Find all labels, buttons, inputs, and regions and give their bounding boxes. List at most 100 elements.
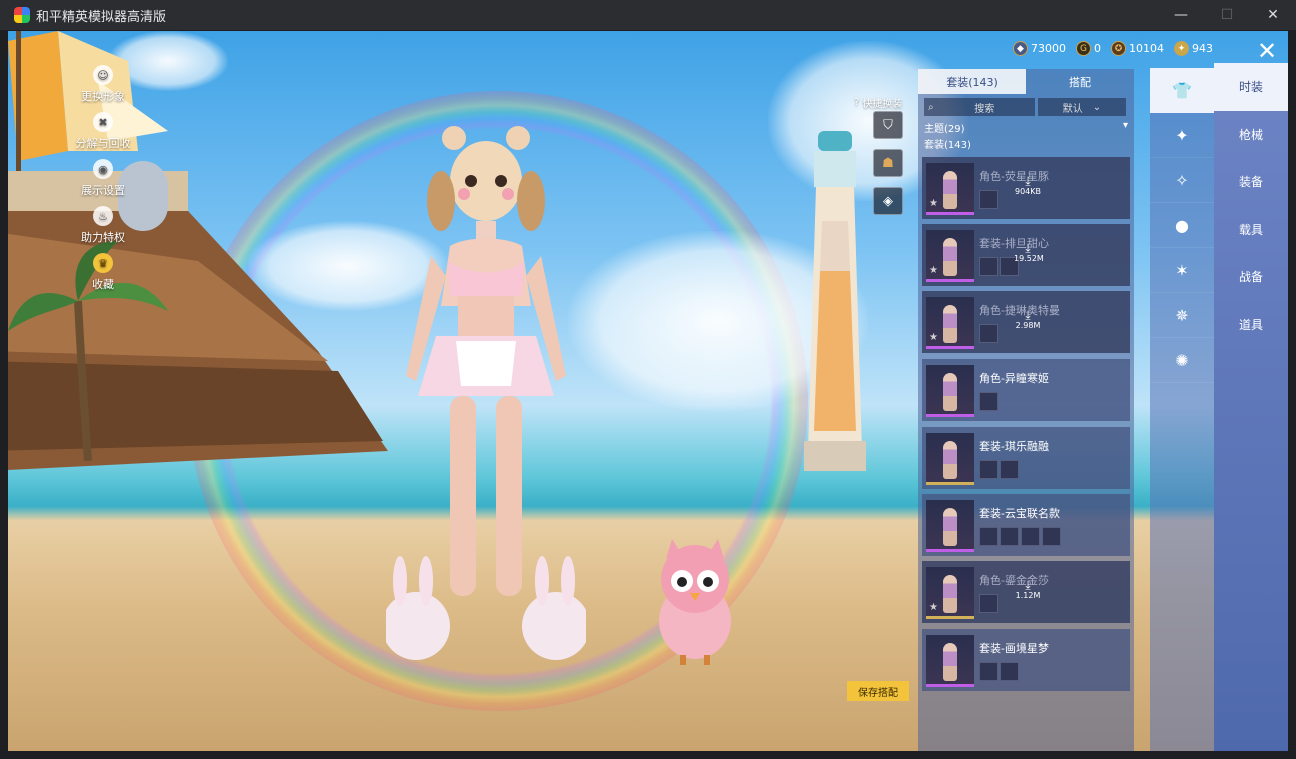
category-icon-tab[interactable]: ✶ <box>1150 248 1214 293</box>
maximize-button[interactable]: ☐ <box>1204 0 1250 30</box>
close-icon[interactable]: ✕ <box>1254 39 1280 65</box>
pet-icon: ● <box>1175 215 1189 235</box>
download-button[interactable]: ⤓ 19.52M <box>1014 241 1044 263</box>
chevron-down-icon: ⌄ <box>1092 101 1102 113</box>
right-tab[interactable]: 枪械 <box>1214 111 1288 159</box>
star-icon: ★ <box>929 265 938 276</box>
minimize-button[interactable]: — <box>1158 0 1204 30</box>
character-figure <box>943 508 957 546</box>
rarity-bar <box>926 549 974 552</box>
sort-dropdown[interactable]: 默认 ⌄ <box>1038 98 1126 116</box>
app-logo-icon <box>14 7 30 23</box>
item-thumbnail <box>979 460 998 479</box>
currency-value: 943 <box>1192 42 1213 55</box>
crown-icon: ♛ <box>93 253 113 273</box>
companion-icon: ✺ <box>1175 350 1189 370</box>
parachute-icon: ✧ <box>1175 170 1189 190</box>
download-button[interactable]: ⤓ 2.98M <box>1014 309 1042 330</box>
save-outfit-button[interactable]: 保存搭配 <box>847 681 909 701</box>
left-menu-item[interactable]: ◉ 展示设置 <box>68 159 138 206</box>
outfit-thumbnail: ★ <box>926 163 974 215</box>
right-tab[interactable]: 战备 <box>1214 253 1288 301</box>
currency-value: 0 <box>1094 42 1101 55</box>
outfit-card[interactable]: 套装-琪乐融融 <box>922 427 1130 489</box>
category-icon-tab[interactable]: ✵ <box>1150 293 1214 338</box>
outfit-parts <box>979 662 1019 681</box>
quick-change-label[interactable]: ? 快捷换装 <box>854 95 902 110</box>
emote-icon: ✶ <box>1175 260 1189 280</box>
item-thumbnail <box>979 190 998 209</box>
download-size: 1.12M <box>1015 591 1041 600</box>
left-menu: ☺ 更换形象 ✖ 分解与回收 ◉ 展示设置 ♨ 助力特权 ♛ 收藏 <box>68 65 138 300</box>
item-thumbnail <box>1042 527 1061 546</box>
download-button[interactable]: ⤓ 1.12M <box>1014 579 1042 600</box>
right-tab[interactable]: 道具 <box>1214 301 1288 349</box>
diamond-badge-icon[interactable]: ◈ <box>873 187 903 215</box>
outfit-card[interactable]: ★ 角色-荧星星豚 ⤓ 904KB <box>922 157 1130 219</box>
outfit-parts <box>979 257 1019 276</box>
hanger-icon[interactable]: ⛉ <box>873 111 903 139</box>
outfit-card[interactable]: 角色-异瞳寒姬 <box>922 359 1130 421</box>
left-menu-item[interactable]: ♛ 收藏 <box>68 253 138 300</box>
category-icon-tab[interactable]: ● <box>1150 203 1214 248</box>
download-size: 904KB <box>1014 187 1041 196</box>
outfit-parts <box>979 527 1061 546</box>
category-icon-tab[interactable]: 👕 <box>1150 68 1214 113</box>
download-icon: ⤓ <box>1025 308 1031 322</box>
rarity-bar <box>926 212 974 215</box>
suit-count-label: 套装(143) <box>924 140 971 151</box>
left-menu-item[interactable]: ♨ 助力特权 <box>68 206 138 253</box>
outfit-card[interactable]: 套装-云宝联名款 <box>922 494 1130 556</box>
right-tab[interactable]: 载具 <box>1214 206 1288 254</box>
currency-item: ✪ 10104 <box>1111 41 1164 56</box>
tab-combos[interactable]: 搭配 <box>1026 69 1134 94</box>
theme-row[interactable]: 主题(29) ▾ <box>918 118 1134 135</box>
emblem-icon[interactable]: ☗ <box>873 149 903 177</box>
character-figure <box>943 305 957 343</box>
rarity-bar <box>926 346 974 349</box>
outfit-parts <box>979 594 998 613</box>
left-menu-label: 展示设置 <box>81 184 125 197</box>
star-icon: ★ <box>929 602 938 613</box>
diamond-coin-icon: ◆ <box>1013 41 1028 56</box>
outfit-thumbnail <box>926 433 974 485</box>
outfit-thumbnail: ★ <box>926 297 974 349</box>
outfit-panel: 套装(143) 搭配 ⌕ 搜索 默认 ⌄ 主题(29) ▾ 套装(143) ★ 角… <box>918 69 1134 751</box>
outfit-parts <box>979 460 1019 479</box>
medal-coin-icon: ✪ <box>1111 41 1126 56</box>
category-icon-tab[interactable]: ✧ <box>1150 158 1214 203</box>
category-icon-tab[interactable]: ✦ <box>1150 113 1214 158</box>
help-icon: ? <box>854 97 860 108</box>
character-figure <box>943 441 957 479</box>
outfit-card[interactable]: ★ 角色-捷琳奥特曼 ⤓ 2.98M <box>922 291 1130 353</box>
outfit-name: 角色-异瞳寒姬 <box>979 372 1049 385</box>
currency-item: G 0 <box>1076 41 1101 56</box>
tab-suits[interactable]: 套装(143) <box>918 69 1026 94</box>
currency-value: 10104 <box>1129 42 1164 55</box>
star-icon: ★ <box>929 332 938 343</box>
close-window-button[interactable]: ✕ <box>1250 0 1296 30</box>
search-input[interactable]: ⌕ 搜索 <box>924 98 1035 116</box>
left-menu-label: 分解与回收 <box>75 137 131 150</box>
right-tab[interactable]: 时装 <box>1214 63 1288 111</box>
left-menu-item[interactable]: ✖ 分解与回收 <box>68 112 138 159</box>
outfit-thumbnail <box>926 500 974 552</box>
outfit-card[interactable]: ★ 套装-排旦甜心 ⤓ 19.52M <box>922 224 1130 286</box>
left-menu-item[interactable]: ☺ 更换形象 <box>68 65 138 112</box>
download-icon: ⤓ <box>1025 241 1031 255</box>
outfit-card[interactable]: ★ 角色-鎏金金莎 ⤓ 1.12M <box>922 561 1130 623</box>
download-button[interactable]: ⤓ 904KB <box>1014 175 1042 196</box>
weapon-skin-icon: ✦ <box>1175 125 1189 145</box>
outfit-thumbnail <box>926 365 974 417</box>
window-titlebar: 和平精英模拟器高清版 — ☐ ✕ <box>0 0 1296 30</box>
suit-row[interactable]: 套装(143) <box>918 134 1134 151</box>
category-icon-tab[interactable]: ✺ <box>1150 338 1214 383</box>
sort-label: 默认 <box>1062 103 1083 115</box>
right-tab[interactable]: 装备 <box>1214 158 1288 206</box>
caret-down-icon: ▾ <box>1122 120 1128 131</box>
flame-icon: ♨ <box>93 206 113 226</box>
item-thumbnail <box>1000 460 1019 479</box>
outfit-card[interactable]: 套装-画境星梦 <box>922 629 1130 691</box>
outfit-parts <box>979 392 998 411</box>
outfit-name: 套装-琪乐融融 <box>979 440 1049 453</box>
